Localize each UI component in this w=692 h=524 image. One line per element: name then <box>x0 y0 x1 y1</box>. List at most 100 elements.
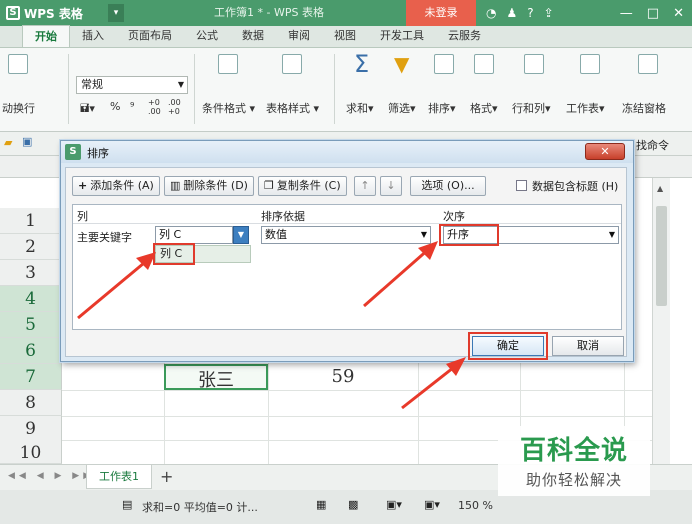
sort-basis-select[interactable]: 数值 ▼ <box>261 226 431 244</box>
percent-button[interactable]: % <box>110 100 120 113</box>
tab-formulas[interactable]: 公式 <box>184 25 230 47</box>
grid-line <box>62 416 666 417</box>
zoom-level[interactable]: 150 % <box>458 499 493 512</box>
cancel-button[interactable]: 取消 <box>552 336 624 356</box>
wrap-text-icon[interactable] <box>8 54 28 74</box>
plus-icon: + <box>78 179 88 192</box>
open-folder-icon[interactable]: ▰ <box>4 136 12 149</box>
wrap-text-label[interactable]: 动换行 <box>2 100 35 116</box>
add-condition-button[interactable]: + 添加条件 (A) <box>72 176 160 196</box>
format-icon[interactable] <box>474 54 494 74</box>
table-style-icon[interactable] <box>282 54 302 74</box>
row-header-1[interactable]: 1 <box>0 208 62 234</box>
normal-view-icon[interactable]: ▦ <box>316 498 326 511</box>
has-header-label[interactable]: 数据包含标题 (H) <box>532 178 618 194</box>
move-down-button[interactable]: ↓ <box>380 176 402 196</box>
minimize-icon[interactable]: — <box>620 6 633 21</box>
row-header-6[interactable]: 6 <box>0 338 62 364</box>
currency-icon[interactable]: 🖬▾ <box>80 100 95 119</box>
add-sheet-button[interactable]: + <box>160 467 173 486</box>
scrollbar-thumb[interactable] <box>656 206 667 306</box>
sheet-tab-1[interactable]: 工作表1 <box>86 465 152 489</box>
tab-cloud[interactable]: 云服务 <box>436 25 493 47</box>
ribbon-separator <box>68 54 69 124</box>
save-icon[interactable]: ▣ <box>22 135 32 148</box>
tab-insert[interactable]: 插入 <box>70 25 116 47</box>
row-header-2[interactable]: 2 <box>0 234 62 260</box>
dialog-close-button[interactable]: ✕ <box>585 143 625 160</box>
app-dropdown-button[interactable]: ▾ <box>108 4 124 22</box>
sort-basis-value: 数值 <box>265 228 287 241</box>
sheet-nav-buttons[interactable]: ◀◀ ◀ ▶ ▶▶ <box>8 471 94 481</box>
comma-button[interactable]: ⁹ <box>130 100 134 113</box>
move-up-button[interactable]: ↑ <box>354 176 376 196</box>
sort-button[interactable]: 排序▾ <box>428 100 456 116</box>
watermark-subtitle: 助你轻松解决 <box>525 471 622 489</box>
tab-view[interactable]: 视图 <box>322 25 368 47</box>
sum-button[interactable]: 求和▾ <box>346 100 374 116</box>
highlight-box <box>153 243 195 265</box>
table-style-button[interactable]: 表格样式 ▾ <box>266 100 319 116</box>
worksheet-icon[interactable] <box>580 54 600 74</box>
options-button[interactable]: 选项 (O)... <box>410 176 486 196</box>
conditional-format-icon[interactable] <box>218 54 238 74</box>
tab-home[interactable]: 开始 <box>22 25 70 47</box>
title-toolbar: ◔ ♟ ? ⇪ <box>486 0 554 26</box>
find-command[interactable]: 找命令 <box>636 137 669 153</box>
sort-column-select[interactable]: 列 C <box>155 226 233 244</box>
maximize-icon[interactable]: □ <box>647 6 659 21</box>
delete-condition-button[interactable]: ▥ 删除条件 (D) <box>164 176 254 196</box>
skin-icon[interactable]: ◔ <box>486 6 496 20</box>
number-format-select[interactable]: 常规 ▼ <box>76 76 188 94</box>
row-header-5[interactable]: 5 <box>0 312 62 338</box>
row-header-9[interactable]: 9 <box>0 416 62 442</box>
sort-dialog: S 排序 ✕ + 添加条件 (A) ▥ 删除条件 (D) ❐ 复制条件 (C) ↑ ↓… <box>60 140 634 362</box>
close-icon[interactable]: ✕ <box>673 6 684 21</box>
tab-review[interactable]: 审阅 <box>276 25 322 47</box>
rows-columns-icon[interactable] <box>524 54 544 74</box>
upload-icon[interactable]: ⇪ <box>544 6 554 20</box>
conditional-format-button[interactable]: 条件格式 ▾ <box>202 100 255 116</box>
page-break-view-icon[interactable]: ▩ <box>348 498 358 511</box>
chevron-down-icon[interactable]: ▼ <box>233 226 249 244</box>
row-header-10[interactable]: 10 <box>0 440 62 464</box>
reading-view-icon[interactable]: ▣▾ <box>424 498 440 511</box>
trash-icon: ▥ <box>170 179 181 192</box>
row-header-4[interactable]: 4 <box>0 286 62 312</box>
rows-columns-button[interactable]: 行和列▾ <box>512 100 551 116</box>
header-divider <box>73 223 621 224</box>
watermark: 百科全说 助你轻松解决 <box>498 426 650 496</box>
filter-icon[interactable]: ▼ <box>394 52 409 76</box>
vertical-scrollbar[interactable]: ▲ <box>652 178 670 464</box>
cell-name[interactable]: 张三 <box>164 366 268 392</box>
page-layout-view-icon[interactable]: ▣▾ <box>386 498 402 511</box>
worksheet-button[interactable]: 工作表▾ <box>566 100 605 116</box>
has-header-checkbox[interactable] <box>516 180 527 191</box>
sort-icon[interactable] <box>434 54 454 74</box>
freeze-panes-button[interactable]: 冻结窗格 <box>622 100 666 116</box>
increase-decimal-button[interactable]: +0 .00 <box>148 98 164 116</box>
copy-condition-button[interactable]: ❐ 复制条件 (C) <box>258 176 347 196</box>
tab-page-layout[interactable]: 页面布局 <box>116 25 184 47</box>
help-icon[interactable]: ? <box>527 6 533 20</box>
sort-basis-header: 排序依据 <box>261 210 305 223</box>
scroll-up-icon[interactable]: ▲ <box>657 184 663 193</box>
document-title: 工作簿1 * - WPS 表格 <box>214 6 324 19</box>
freeze-panes-icon[interactable] <box>638 54 658 74</box>
decrease-decimal-button[interactable]: .00 +0 <box>168 98 184 116</box>
primary-key-label: 主要关键字 <box>77 231 132 244</box>
app-menu-button[interactable]: S WPS 表格 <box>6 4 83 22</box>
row-header-3[interactable]: 3 <box>0 260 62 286</box>
login-button[interactable]: 未登录 <box>406 0 476 26</box>
tab-developer[interactable]: 开发工具 <box>368 25 436 47</box>
row-header-7[interactable]: 7 <box>0 364 62 390</box>
format-button[interactable]: 格式▾ <box>470 100 498 116</box>
sort-condition-list: 列 排序依据 次序 主要关键字 列 C ▼ 数值 ▼ 升序 ▼ 列 C <box>72 204 622 330</box>
shirt-icon[interactable]: ♟ <box>506 6 517 20</box>
cell-score[interactable]: 59 <box>268 366 418 387</box>
row-header-8[interactable]: 8 <box>0 390 62 416</box>
tab-data[interactable]: 数据 <box>230 25 276 47</box>
filter-button[interactable]: 筛选▾ <box>388 100 416 116</box>
sum-icon[interactable]: Σ <box>354 50 369 78</box>
dialog-title-bar[interactable]: S 排序 ✕ <box>61 141 633 163</box>
